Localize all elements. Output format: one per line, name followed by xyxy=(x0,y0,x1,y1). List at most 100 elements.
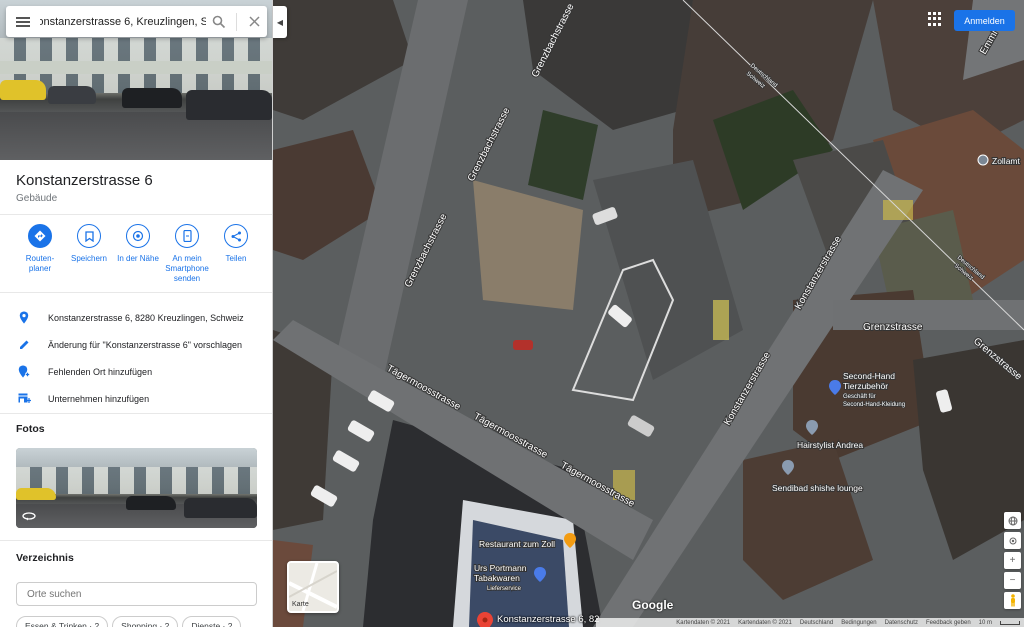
poi-label: Urs Portmann xyxy=(474,563,527,573)
crosswalk xyxy=(713,300,729,340)
maps-app: Konstanzerstrasse 6 Gebäude Routen- plan… xyxy=(0,0,1024,627)
close-icon[interactable] xyxy=(241,6,267,37)
country-link[interactable]: Deutschland xyxy=(800,620,833,626)
pin-dot xyxy=(482,617,488,623)
plus-icon: + xyxy=(1009,555,1016,566)
add-business-text: Unternehmen hinzufügen xyxy=(48,393,150,404)
save-button[interactable]: Speichern xyxy=(65,224,113,284)
map-controls: + − xyxy=(1004,512,1021,609)
add-missing-place-text: Fehlenden Ort hinzufügen xyxy=(48,366,153,377)
place-panel: Konstanzerstrasse 6 Gebäude Routen- plan… xyxy=(0,0,273,627)
page-title: Konstanzerstrasse 6 xyxy=(16,172,153,189)
zoom-in-button[interactable]: + xyxy=(1004,552,1021,569)
menu-button[interactable] xyxy=(6,6,40,37)
collapse-panel-button[interactable]: ◀ xyxy=(273,6,287,38)
layer-label: Karte xyxy=(292,601,309,608)
directions-icon xyxy=(28,224,52,248)
poi-label: Sendibad shishe lounge xyxy=(772,483,863,493)
photo-thumbnail[interactable] xyxy=(16,448,257,528)
poi-label: Restaurant zum Zoll xyxy=(479,539,555,549)
google-logo: Google xyxy=(632,598,674,612)
send-to-phone-label: An mein Smartphone senden xyxy=(165,254,209,283)
chip-food[interactable]: Essen & Trinken · 2 xyxy=(16,616,109,627)
satellite-map[interactable]: Grenzbachstrasse Grenzbachstrasse Grenzb… xyxy=(273,0,1024,627)
globe-icon[interactable] xyxy=(1004,512,1021,529)
search-icon[interactable] xyxy=(206,6,232,37)
road-grenzstrasse xyxy=(833,300,1024,330)
poi-sublabel: Second-Hand-Kleidung xyxy=(843,402,905,408)
zoom-out-button[interactable]: − xyxy=(1004,572,1021,589)
minus-icon: − xyxy=(1009,575,1016,586)
photos-heading: Fotos xyxy=(16,423,45,435)
selected-location-marker[interactable] xyxy=(477,612,493,627)
address-row[interactable]: Konstanzerstrasse 6, 8280 Kreuzlingen, S… xyxy=(0,304,272,331)
privacy-link[interactable]: Datenschutz xyxy=(885,620,918,626)
action-buttons: Routen- planer Speichern In der Nähe An … xyxy=(16,224,266,284)
send-to-phone-button[interactable]: An mein Smartphone senden xyxy=(163,224,211,284)
photo-car xyxy=(126,496,176,510)
address-text: Konstanzerstrasse 6, 8280 Kreuzlingen, S… xyxy=(48,312,244,323)
map-footer: Kartendaten © 2021 Kartendaten © 2021 De… xyxy=(596,618,1024,627)
category-chips: Essen & Trinken · 2 Shopping · 2 Dienste… xyxy=(16,616,242,627)
divider xyxy=(0,292,272,293)
search-divider xyxy=(236,12,237,31)
sign-in-button[interactable]: Anmelden xyxy=(954,10,1015,31)
share-icon xyxy=(224,224,248,248)
poi-label: Zollamt xyxy=(992,156,1021,166)
feedback-link[interactable]: Feedback geben xyxy=(926,620,971,626)
info-list: Konstanzerstrasse 6, 8280 Kreuzlingen, S… xyxy=(0,304,272,412)
search-box xyxy=(6,6,267,37)
map-layer-toggle[interactable]: Karte xyxy=(287,561,339,613)
crosswalk xyxy=(883,200,913,220)
selected-marker-label: Konstanzerstrasse 6, 82 xyxy=(497,614,600,625)
place-header: Konstanzerstrasse 6 Gebäude xyxy=(16,172,153,204)
my-location-icon[interactable] xyxy=(1004,532,1021,549)
directions-label: Routen- planer xyxy=(25,254,55,273)
photo-car xyxy=(186,90,272,120)
add-business-row[interactable]: Unternehmen hinzufügen xyxy=(0,385,272,412)
chevron-left-icon: ◀ xyxy=(276,17,284,27)
poi-label: Hairstylist Andrea xyxy=(797,440,863,450)
add-place-icon xyxy=(16,364,32,380)
place-category: Gebäude xyxy=(16,193,58,204)
photo-car xyxy=(48,86,96,104)
suggest-edit-row[interactable]: Änderung für "Konstanzerstrasse 6" vorsc… xyxy=(0,331,272,358)
bookmark-icon xyxy=(77,224,101,248)
photo-car xyxy=(16,488,56,500)
edit-pencil-icon xyxy=(16,337,32,353)
share-label: Teilen xyxy=(225,254,247,263)
parked-car xyxy=(513,340,533,350)
map-canvas[interactable]: Grenzbachstrasse Grenzbachstrasse Grenzb… xyxy=(273,0,1024,627)
save-label: Speichern xyxy=(70,254,108,263)
directions-button[interactable]: Routen- planer xyxy=(16,224,64,284)
poi-label: Tabakwaren xyxy=(474,573,520,583)
divider xyxy=(0,214,272,215)
directory-search-input[interactable] xyxy=(16,582,257,606)
photo-car xyxy=(122,88,182,108)
poi-zollamt[interactable]: Zollamt xyxy=(977,154,1022,167)
nearby-icon xyxy=(126,224,150,248)
share-button[interactable]: Teilen xyxy=(212,224,260,284)
directory-heading: Verzeichnis xyxy=(16,552,74,564)
chip-services[interactable]: Dienste · 2 xyxy=(182,616,242,627)
hamburger-icon xyxy=(16,16,30,27)
terms-link[interactable]: Bedingungen xyxy=(841,620,876,626)
google-apps-icon[interactable] xyxy=(928,12,942,26)
nearby-button[interactable]: In der Nähe xyxy=(114,224,162,284)
poi-sublabel: Geschäft für xyxy=(843,394,876,400)
chip-shopping[interactable]: Shopping · 2 xyxy=(112,616,179,627)
divider xyxy=(0,413,272,414)
search-input[interactable] xyxy=(40,15,206,28)
poi-label: Second-Hand xyxy=(843,371,895,381)
map-data-link[interactable]: Kartendaten © 2021 xyxy=(738,620,792,626)
add-business-icon xyxy=(16,391,32,407)
photo-building-sign-band xyxy=(0,60,272,74)
pegman-icon[interactable] xyxy=(1004,592,1021,609)
poi-label: Tierzubehör xyxy=(843,381,888,391)
add-missing-place-row[interactable]: Fehlenden Ort hinzufügen xyxy=(0,358,272,385)
suggest-edit-text: Änderung für "Konstanzerstrasse 6" vorsc… xyxy=(48,339,242,350)
photo-car xyxy=(0,80,46,100)
copyright-text: Kartendaten © 2021 xyxy=(676,619,731,626)
poi-sublabel: Lieferservice xyxy=(487,586,522,592)
divider xyxy=(0,540,272,541)
